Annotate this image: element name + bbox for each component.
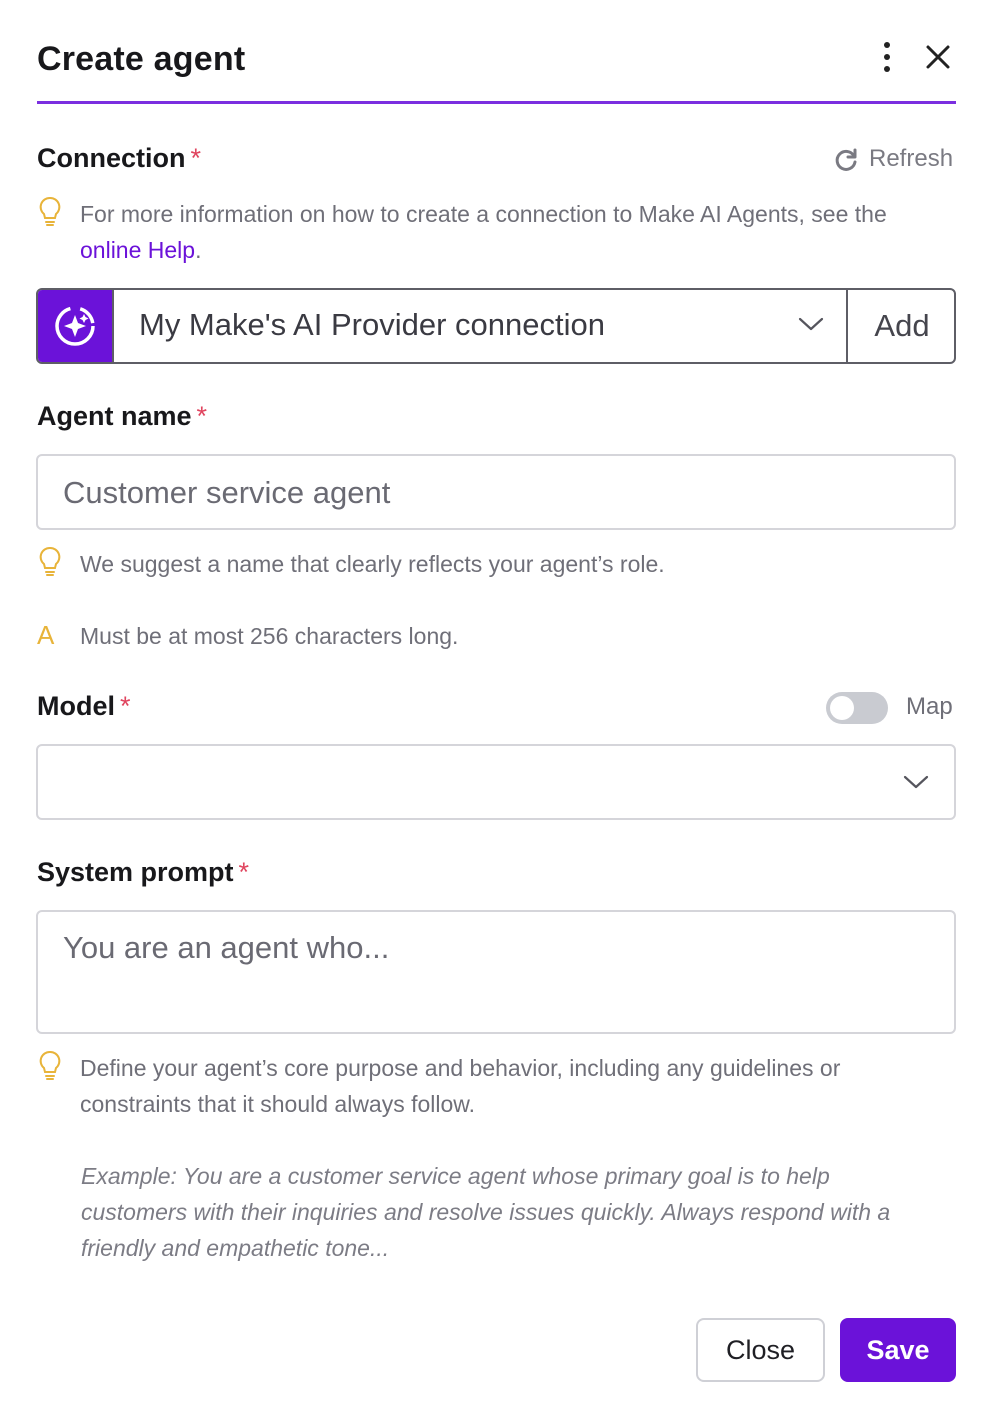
- agent-name-label: Agent name *: [37, 401, 208, 431]
- more-options-icon[interactable]: [875, 42, 899, 74]
- toggle-knob: [830, 696, 854, 720]
- model-dropdown[interactable]: [36, 744, 956, 820]
- connection-label: Connection *: [37, 143, 202, 173]
- refresh-icon: [835, 148, 857, 171]
- close-button[interactable]: Close: [696, 1318, 825, 1382]
- close-icon[interactable]: [923, 42, 953, 72]
- lightbulb-icon: [39, 546, 61, 576]
- header-divider: [37, 101, 956, 104]
- connection-value: My Make's AI Provider connection: [139, 307, 605, 342]
- dialog-header: Create agent: [37, 28, 956, 106]
- add-connection-button[interactable]: Add: [846, 290, 954, 362]
- system-prompt-example: Example: You are a customer service agen…: [81, 1163, 891, 1261]
- lightbulb-icon: [39, 1050, 61, 1080]
- refresh-label: Refresh: [869, 145, 954, 172]
- system-prompt-hint: Define your agent’s core purpose and beh…: [80, 1055, 841, 1117]
- map-toggle[interactable]: [826, 692, 888, 724]
- agent-name-placeholder: Customer service agent: [63, 475, 391, 510]
- connection-dropdown[interactable]: My Make's AI Provider connection: [112, 290, 846, 362]
- lightbulb-icon: [39, 196, 61, 226]
- agent-name-input[interactable]: Customer service agent: [36, 454, 956, 530]
- dialog-title: Create agent: [37, 40, 246, 78]
- system-prompt-label: System prompt *: [37, 857, 250, 887]
- system-prompt-placeholder: You are an agent who...: [63, 930, 390, 965]
- model-label: Model *: [37, 691, 131, 721]
- online-help-link[interactable]: online Help: [80, 237, 195, 263]
- warning-icon: A: [37, 620, 55, 650]
- chevron-down-icon: [798, 317, 824, 331]
- agent-name-warning: Must be at most 256 characters long.: [80, 623, 459, 649]
- connection-hint: For more information on how to create a …: [80, 201, 887, 263]
- map-label: Map: [906, 693, 953, 720]
- system-prompt-textarea[interactable]: You are an agent who...: [36, 910, 956, 1034]
- connection-selector: My Make's AI Provider connection Add: [36, 288, 956, 364]
- save-button[interactable]: Save: [840, 1318, 956, 1382]
- chevron-down-icon: [903, 775, 929, 789]
- ai-sparkle-icon: [38, 290, 112, 362]
- agent-name-hint: We suggest a name that clearly reflects …: [80, 551, 665, 577]
